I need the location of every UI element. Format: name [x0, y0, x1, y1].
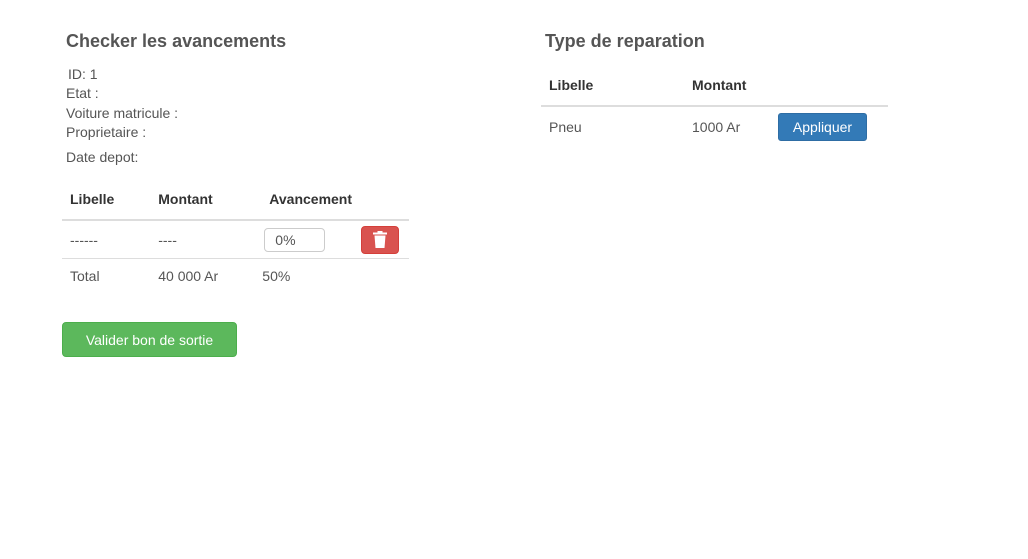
avancement-table: Libelle Montant Avancement ------ ---- 0… [62, 178, 409, 293]
row-libelle: Pneu [549, 119, 582, 135]
header-avancement: Avancement [261, 178, 361, 221]
header-montant: Montant [150, 178, 262, 221]
delete-button[interactable] [361, 225, 400, 254]
row-libelle: ------ [62, 220, 151, 259]
date-depot-label: Date depot: [66, 149, 139, 165]
avancement-input[interactable] [264, 227, 326, 252]
checker-title: Checker les avancements [66, 31, 287, 51]
total-montant: 40 000 Ar [158, 268, 219, 284]
row-actions-cell [360, 220, 409, 259]
page: Checker les avancements ID: 1 Etat : Voi… [0, 0, 1028, 559]
reparation-title: Type de reparation [545, 31, 705, 51]
trash-icon [373, 231, 388, 248]
reparation-table: Libelle Montant Pneu 1000 Ar Appliquer [541, 64, 888, 147]
row-montant: ---- [150, 220, 262, 259]
proprietaire-label: Proprietaire : [66, 124, 147, 140]
row-avancement-cell [261, 220, 361, 259]
table-row: ------ ---- [62, 220, 409, 259]
total-label: Total [70, 268, 100, 284]
id-label: ID: 1 [68, 66, 98, 82]
row-montant: 1000 Ar [692, 119, 741, 135]
valider-bon-de-sortie-button[interactable]: Valider bon de sortie [62, 322, 237, 357]
appliquer-button[interactable]: Appliquer [778, 113, 867, 141]
etat-label: Etat : [66, 85, 99, 101]
voiture-label: Voiture matricule : [66, 105, 179, 121]
header-libelle: Libelle [541, 64, 684, 107]
total-row: Total 40 000 Ar 50% [62, 259, 409, 294]
header-actions [360, 178, 409, 221]
reparation-table-header: Libelle Montant [541, 64, 888, 107]
avancement-table-header: Libelle Montant Avancement [62, 178, 409, 221]
total-avancement: 50% [262, 268, 291, 284]
table-row: Pneu 1000 Ar Appliquer [541, 106, 888, 147]
header-montant: Montant [684, 64, 778, 107]
header-libelle: Libelle [62, 178, 151, 221]
